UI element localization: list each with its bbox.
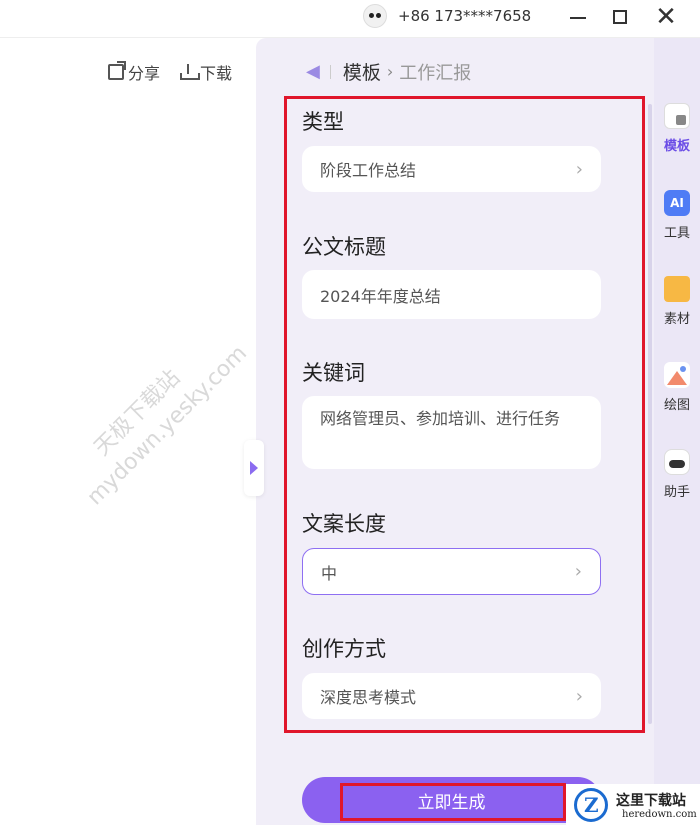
sidebar-label-assistant: 助手: [663, 485, 690, 500]
folder-icon: [664, 276, 690, 302]
form-scrollbar[interactable]: [648, 104, 652, 724]
maximize-button[interactable]: [604, 2, 636, 32]
collapse-panel-toggle[interactable]: [244, 440, 264, 496]
breadcrumb-templates[interactable]: 模板: [343, 58, 381, 85]
sidebar-item-materials[interactable]: 素材: [654, 276, 700, 327]
download-icon: [180, 64, 200, 80]
site-logo-icon: [574, 788, 608, 822]
breadcrumb-work-report: 工作汇报: [399, 62, 472, 84]
sidebar-label-materials: 素材: [663, 312, 690, 327]
sidebar-item-drawing[interactable]: 绘图: [654, 362, 700, 413]
sidebar-label-tools: 工具: [663, 226, 690, 241]
site-logo: 这里下载站 heredown.com: [566, 784, 700, 825]
site-logo-title: 这里下载站: [616, 793, 686, 809]
minimize-button[interactable]: [562, 2, 594, 32]
chevron-right-icon: ›: [386, 62, 394, 81]
share-icon: [108, 61, 126, 80]
form-highlight-outline: [284, 96, 645, 733]
breadcrumb-divider: [329, 64, 331, 79]
sidebar-item-templates[interactable]: 模板: [654, 103, 700, 154]
sidebar-label-templates: 模板: [663, 139, 690, 154]
generate-button[interactable]: 立即生成: [302, 777, 601, 823]
maximize-icon: [613, 10, 627, 24]
close-icon: ✕: [655, 2, 677, 32]
right-sidebar: [654, 38, 700, 825]
robot-icon: [664, 449, 690, 475]
sidebar-item-assistant[interactable]: 助手: [654, 449, 700, 500]
ai-tools-icon: AI: [664, 190, 690, 216]
sidebar-label-drawing: 绘图: [663, 398, 690, 413]
share-button[interactable]: 分享: [108, 60, 160, 84]
user-phone: +86 173****7658: [398, 7, 532, 25]
download-button[interactable]: 下载: [180, 60, 232, 84]
expand-arrow-icon: [250, 461, 258, 475]
title-bar: +86 173****7658 ✕: [0, 0, 700, 38]
sidebar-item-tools[interactable]: AI 工具: [654, 190, 700, 241]
template-icon: [664, 103, 690, 129]
close-button[interactable]: ✕: [650, 2, 682, 32]
user-avatar[interactable]: [363, 4, 387, 28]
site-logo-domain: heredown.com: [622, 809, 697, 820]
minimize-icon: [570, 17, 586, 19]
download-label: 下载: [200, 64, 233, 83]
drawing-icon: [664, 362, 690, 388]
back-arrow-icon[interactable]: ◀: [306, 61, 320, 82]
share-label: 分享: [128, 64, 161, 83]
breadcrumb: ◀ 模板 › 工作汇报: [306, 58, 471, 85]
